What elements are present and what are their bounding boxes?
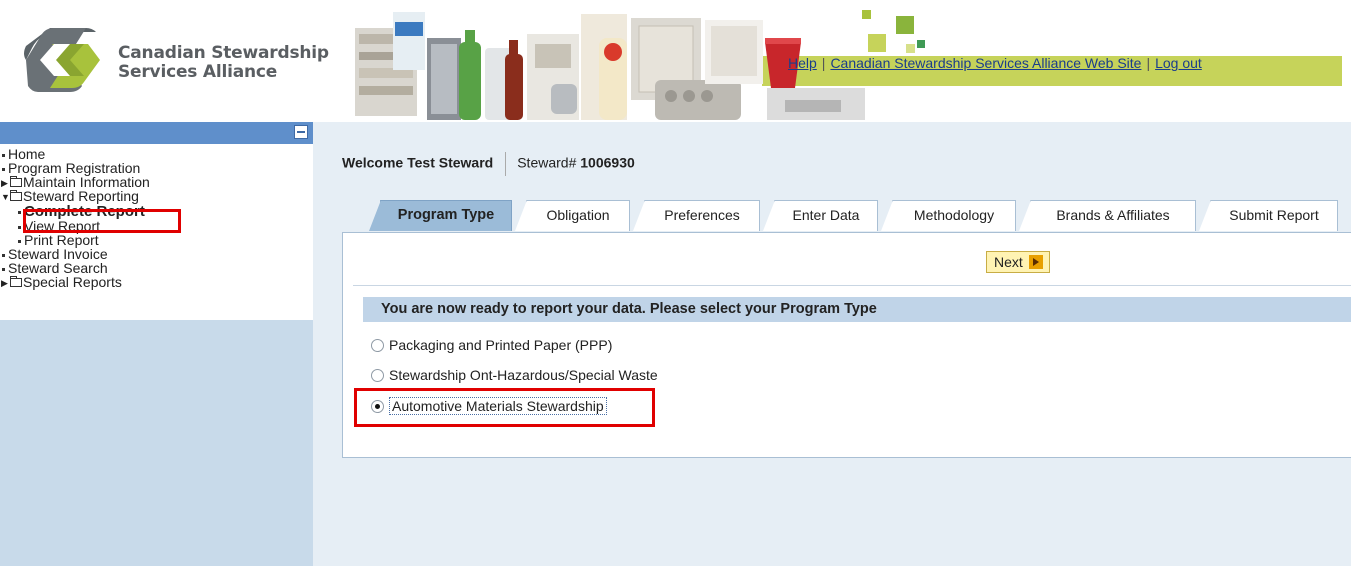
sidebar-header [0,122,313,144]
radio-button[interactable] [371,368,384,382]
main-content: Welcome Test Steward Steward# 1006930 Pro… [313,122,1351,566]
logout-link[interactable]: Log out [1155,55,1202,71]
decor-square [862,10,871,19]
top-links: Help | Canadian Stewardship Services Allia… [788,55,1202,71]
brand-name: Canadian Stewardship Services Alliance [118,44,329,82]
divider [353,285,1351,286]
brand-name-line1: Canadian Stewardship [118,43,329,63]
website-link[interactable]: Canadian Stewardship Services Alliance W… [830,55,1141,71]
tab-obligation[interactable]: Obligation [515,200,630,231]
folder-icon [10,276,22,287]
tab-brands-affiliates[interactable]: Brands & Affiliates [1019,200,1196,231]
help-link[interactable]: Help [788,55,817,71]
tab-label: Preferences [664,207,740,223]
bullet-icon [2,153,5,157]
tab-label: Enter Data [792,207,860,223]
brand-name-line2: Services Alliance [118,62,278,82]
bullet-icon [18,210,21,214]
sidebar-item-steward-reporting[interactable]: ▼ Steward Reporting [0,189,313,203]
sidebar-item-maintain-information[interactable]: ▶ Maintain Information [0,175,313,189]
csa-logo-icon [24,28,100,92]
sidebar-item-label: Special Reports [23,274,122,290]
arrow-right-icon [1028,255,1043,269]
collapse-icon[interactable] [294,125,308,139]
sidebar-item-home[interactable]: Home [0,147,313,161]
sidebar-item-special-reports[interactable]: ▶ Special Reports [0,275,313,289]
link-separator: | [1146,55,1151,71]
next-button[interactable]: Next [986,251,1050,273]
divider [505,152,507,176]
tab-submit-report[interactable]: Submit Report [1199,200,1338,231]
option-label: Packaging and Printed Paper (PPP) [389,337,613,353]
sidebar-item-print-report[interactable]: Print Report [0,233,313,247]
sidebar-item-program-registration[interactable]: Program Registration [0,161,313,175]
tab-program-type[interactable]: Program Type [369,200,512,231]
decor-square [906,44,915,53]
welcome-prefix: Welcome [342,154,404,171]
page-header: Canadian Stewardship Services Alliance H… [0,0,1351,122]
tab-label: Program Type [397,207,495,223]
radio-button[interactable] [371,338,384,352]
steward-number-label: Steward# [517,154,577,171]
option-hazardous[interactable]: Stewardship Ont-Hazardous/Special Waste [371,367,658,383]
option-label: Stewardship Ont-Hazardous/Special Waste [389,367,658,383]
expand-arrow-icon[interactable]: ▶ [1,276,10,290]
decor-square [868,34,886,52]
folder-icon [10,176,22,187]
bullet-icon [2,253,5,257]
welcome-bar: Welcome Test Steward Steward# 1006930 [342,152,635,176]
tab-enter-data[interactable]: Enter Data [763,200,878,231]
bullet-icon [18,225,21,229]
option-ppp[interactable]: Packaging and Printed Paper (PPP) [371,337,612,353]
tab-label: Methodology [913,207,995,223]
sidebar-item-label: Steward Reporting [23,188,139,204]
tab-label: Submit Report [1229,207,1319,223]
decor-square [896,16,914,34]
sidebar-item-steward-search[interactable]: Steward Search [0,261,313,275]
bullet-icon [2,267,5,271]
bullet-icon [18,239,21,243]
tab-methodology[interactable]: Methodology [881,200,1016,231]
expand-arrow-icon[interactable]: ▶ [1,176,10,190]
link-separator: | [821,55,826,71]
tab-label: Brands & Affiliates [1056,207,1170,223]
decor-square [917,40,925,48]
section-heading: You are now ready to report your data. P… [363,297,1351,322]
tab-label: Obligation [546,207,610,223]
sidebar: Home Program Registration ▶ Maintain Info… [0,122,313,566]
next-button-label: Next [994,254,1023,270]
sidebar-item-steward-invoice[interactable]: Steward Invoice [0,247,313,261]
tab-preferences[interactable]: Preferences [633,200,760,231]
steward-name: Test Steward [407,154,494,171]
collapse-arrow-icon[interactable]: ▼ [1,190,10,204]
annotation-highlight-box [354,388,655,427]
annotation-highlight-box [23,209,181,233]
folder-icon [10,190,22,201]
steward-number: 1006930 [580,154,635,171]
bullet-icon [2,167,5,171]
